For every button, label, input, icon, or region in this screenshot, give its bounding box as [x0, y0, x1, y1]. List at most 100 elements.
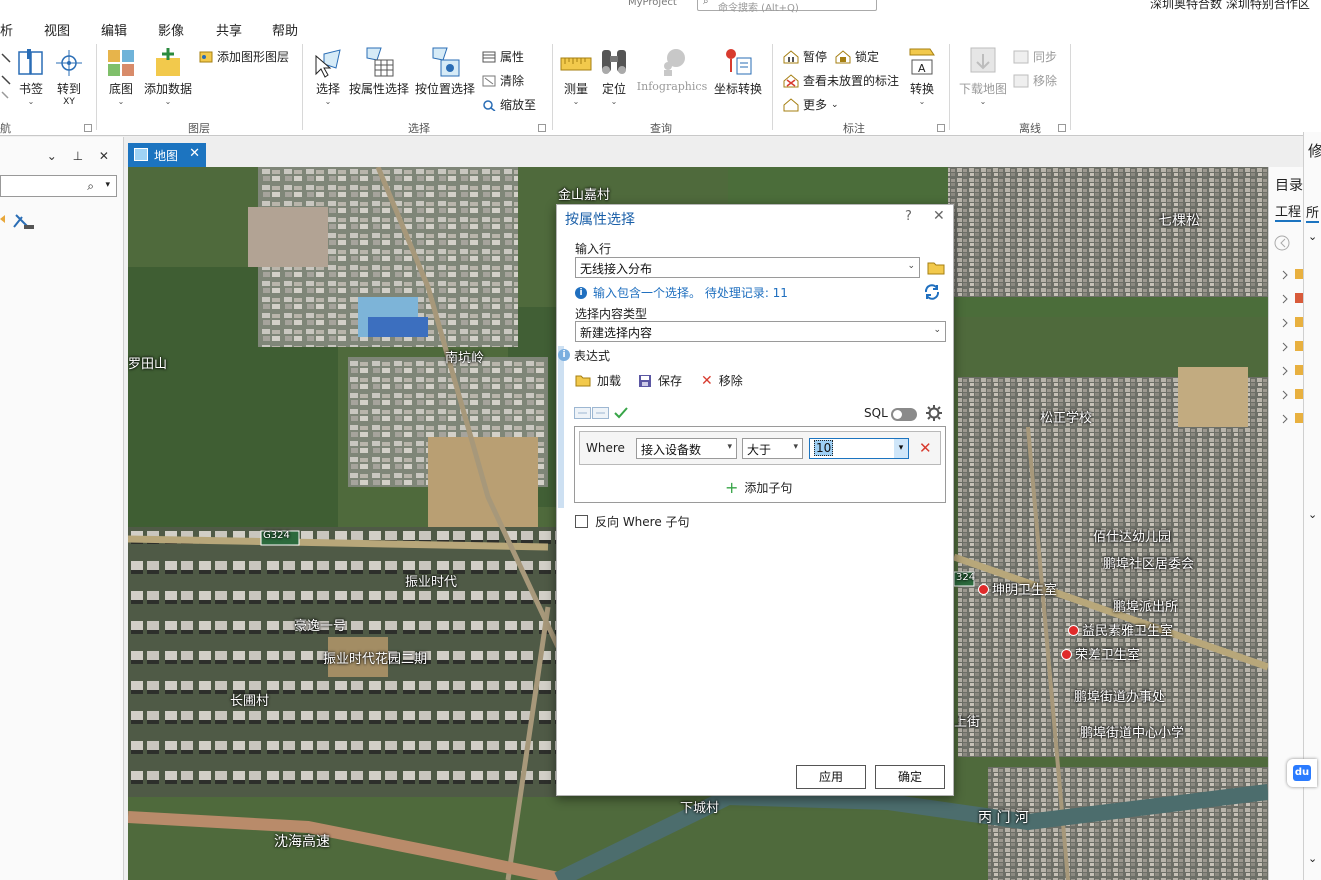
info-icon: i — [575, 286, 587, 299]
bookmark-label: 书签 — [18, 82, 43, 96]
catalog-tree[interactable] — [1273, 231, 1303, 431]
more-icon — [783, 97, 799, 111]
pause-labeling-button[interactable]: 暂停 — [783, 48, 827, 65]
value-input[interactable]: 10 ▾ — [809, 438, 909, 459]
scroll-down-icon[interactable]: ⌄ — [1308, 508, 1317, 521]
pane-controls[interactable]: ⌄ ⊥ ✕ — [47, 149, 115, 163]
contents-search-input[interactable]: ⌕ ▾ — [0, 175, 117, 197]
add-data-icon — [156, 48, 180, 76]
apply-button[interactable]: 应用 — [796, 765, 866, 789]
coordinate-conversion-icon — [726, 49, 752, 75]
select-by-attributes-dialog: 按属性选择 ? ✕ 输入行 无线接入分布 ⌄ i 输入包含一个选择。 待处理记录… — [556, 204, 954, 796]
remove-label: 移除 — [718, 374, 743, 388]
scroll-end-icon[interactable]: ⌄ — [1308, 852, 1317, 865]
select-by-attributes-button[interactable]: 按属性选择 — [349, 46, 409, 97]
binoculars-icon — [602, 50, 626, 74]
tab-help[interactable]: 帮助 — [272, 20, 298, 39]
clear-selection-button[interactable]: 清除 — [482, 72, 524, 89]
input-rows-select[interactable]: 无线接入分布 ⌄ — [575, 257, 920, 278]
zoom-to-selection-button[interactable]: 缩放至 — [482, 96, 536, 113]
attributes-button[interactable]: 属性 — [482, 48, 524, 65]
load-expression-button[interactable]: 加载 — [575, 372, 621, 389]
delete-clause-icon[interactable]: ✕ — [919, 439, 932, 457]
map-label-jinshan: 金山嘉村 — [558, 188, 611, 203]
selection-type-select[interactable]: 新建选择内容 ⌄ — [575, 321, 946, 342]
remove-expression-button[interactable]: ✕ 移除 — [701, 372, 743, 389]
select-icon — [315, 49, 341, 78]
zoom-to-label: 缩放至 — [500, 98, 537, 112]
sync-button[interactable]: 同步 — [1013, 48, 1057, 65]
sql-label: SQL — [864, 406, 888, 420]
title-strip: MyProject ⌕ 命令搜索 (Alt+Q) 深圳奥特合数 深圳特别合作区 — [0, 0, 1321, 14]
select-by-location-button[interactable]: 按位置选择 — [415, 46, 475, 97]
map-label-xiacheng: 下城村 — [680, 801, 720, 816]
list-by-tools-icon[interactable] — [0, 209, 40, 235]
tab-all[interactable]: 所 — [1306, 202, 1320, 223]
download-map-button[interactable]: 下载地图 ⌄ — [957, 46, 1009, 106]
labeling-launcher-icon[interactable] — [937, 124, 945, 132]
download-map-label: 下载地图 — [958, 82, 1007, 96]
baidu-floating-badge[interactable]: du — [1287, 759, 1317, 787]
ok-button[interactable]: 确定 — [875, 765, 945, 789]
tab-view[interactable]: 视图 — [44, 20, 70, 39]
invert-where-checkbox[interactable]: 反向 Where 子句 — [575, 513, 690, 530]
expression-info-icon[interactable]: i — [558, 349, 570, 361]
sync-icon — [1013, 50, 1029, 63]
crosshair-icon — [56, 50, 82, 76]
expression-tools[interactable] — [574, 406, 630, 420]
close-icon[interactable]: ✕ — [189, 146, 200, 161]
view-unplaced-labels-button[interactable]: 查看未放置的标注 — [783, 72, 899, 89]
locate-button[interactable]: 定位 ⌄ — [598, 46, 630, 106]
attributes-label: 属性 — [500, 50, 525, 64]
gear-icon[interactable] — [926, 405, 942, 421]
tab-analysis[interactable]: 析 — [0, 20, 13, 39]
coordinate-conversion-button[interactable]: 坐标转换 — [712, 46, 764, 97]
tab-map[interactable]: 地图 ✕ — [128, 143, 206, 167]
add-graphics-layer-button[interactable]: 添加图形图层 — [199, 48, 289, 65]
map-tab-label: 地图 — [154, 149, 179, 163]
infographics-label: Infographics — [636, 80, 708, 93]
navigate-launcher-icon[interactable] — [84, 124, 92, 132]
operator-select[interactable]: 大于 ▾ — [742, 438, 803, 459]
group-label-inquiry: 查询 — [650, 122, 672, 135]
nav-tool-icons[interactable] — [0, 48, 12, 103]
chevron-down-icon[interactable]: ▾ — [894, 439, 908, 458]
help-icon[interactable]: ? — [905, 209, 912, 224]
selection-launcher-icon[interactable] — [538, 124, 546, 132]
tab-imagery[interactable]: 影像 — [158, 20, 184, 39]
close-icon[interactable]: ✕ — [933, 208, 945, 224]
chevron-down-icon[interactable]: ⌄ — [1308, 230, 1317, 243]
expression-label: 表达式 — [574, 349, 611, 363]
refresh-icon[interactable] — [923, 283, 941, 301]
input-info-text: 输入包含一个选择。 待处理记录: 11 — [593, 286, 788, 300]
lock-labeling-button[interactable]: 锁定 — [835, 48, 879, 65]
save-expression-button[interactable]: 保存 — [638, 372, 682, 389]
basemap-button[interactable]: 底图 ⌄ — [104, 48, 138, 106]
select-button[interactable]: 选择 ⌄ — [312, 46, 344, 106]
field-select[interactable]: 接入设备数 ▾ — [636, 438, 737, 459]
command-search-input[interactable]: ⌕ 命令搜索 (Alt+Q) — [697, 0, 877, 14]
sql-toggle[interactable] — [891, 408, 917, 421]
search-icon: ⌕ — [87, 179, 94, 193]
pause-label: 暂停 — [803, 50, 828, 64]
tab-edit[interactable]: 编辑 — [101, 20, 127, 39]
bookmark-button[interactable]: 书签 ⌄ — [14, 48, 48, 106]
account-name[interactable]: 深圳奥特合数 深圳特别合作区 — [1150, 0, 1310, 12]
add-data-button[interactable]: 添加数据 ⌄ — [143, 46, 193, 106]
more-labeling-button[interactable]: 更多 ⌄ — [783, 96, 839, 113]
tab-share[interactable]: 共享 — [216, 20, 242, 39]
offline-launcher-icon[interactable] — [1058, 124, 1066, 132]
map-label-rongan: 荣差卫生室 — [1061, 644, 1140, 663]
map-label-haoyi: 豪逸一号 — [294, 619, 347, 634]
browse-folder-icon[interactable] — [927, 260, 945, 275]
convert-labels-button[interactable]: A 转换 ⌄ — [905, 46, 939, 106]
remove-offline-button[interactable]: 移除 — [1013, 72, 1057, 89]
map-label-school: 鹏埠街道中心小学 — [1080, 726, 1185, 741]
lock-label-icon — [835, 49, 851, 63]
tab-project[interactable]: 工程 — [1275, 201, 1302, 222]
infographics-button[interactable]: Infographics — [636, 46, 708, 93]
goto-xy-button[interactable]: 转到 XY — [54, 48, 84, 107]
measure-button[interactable]: 测量 ⌄ — [559, 48, 593, 106]
add-clause-button[interactable]: + 添加子句 — [725, 478, 792, 497]
map-label-shangjie: 上街 — [954, 715, 981, 730]
